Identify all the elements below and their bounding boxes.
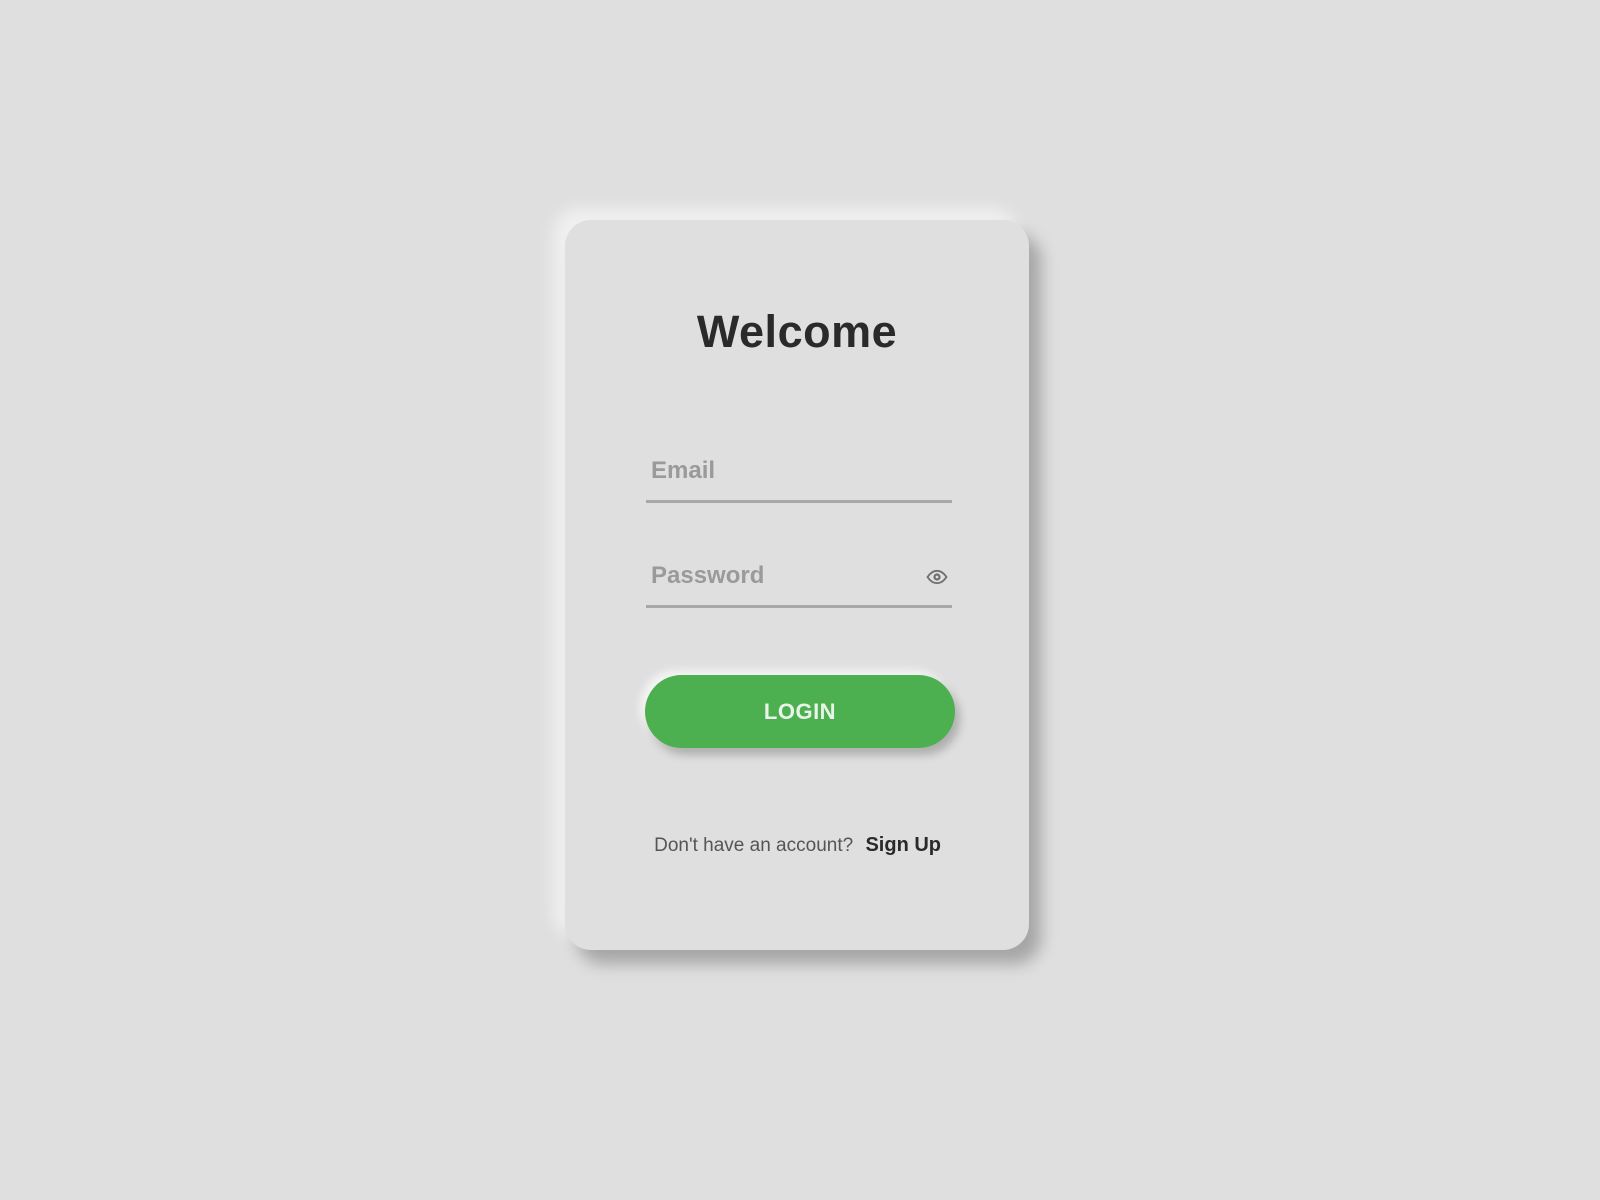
password-field[interactable] [646,547,952,605]
signup-row: Don't have an account? Sign Up [565,834,1029,857]
email-field-wrapper [646,442,952,503]
eye-icon[interactable] [926,566,948,588]
password-field-wrapper [646,547,952,608]
login-card: Welcome LOGIN Don't have an account? Sig… [565,220,1029,950]
login-button[interactable]: LOGIN [645,675,955,748]
email-field[interactable] [646,442,952,500]
page: Welcome LOGIN Don't have an account? Sig… [0,0,1600,1200]
page-title: Welcome [696,306,898,357]
signup-prompt: Don't have an account? [654,835,854,856]
signup-link[interactable]: Sign Up [865,834,941,856]
